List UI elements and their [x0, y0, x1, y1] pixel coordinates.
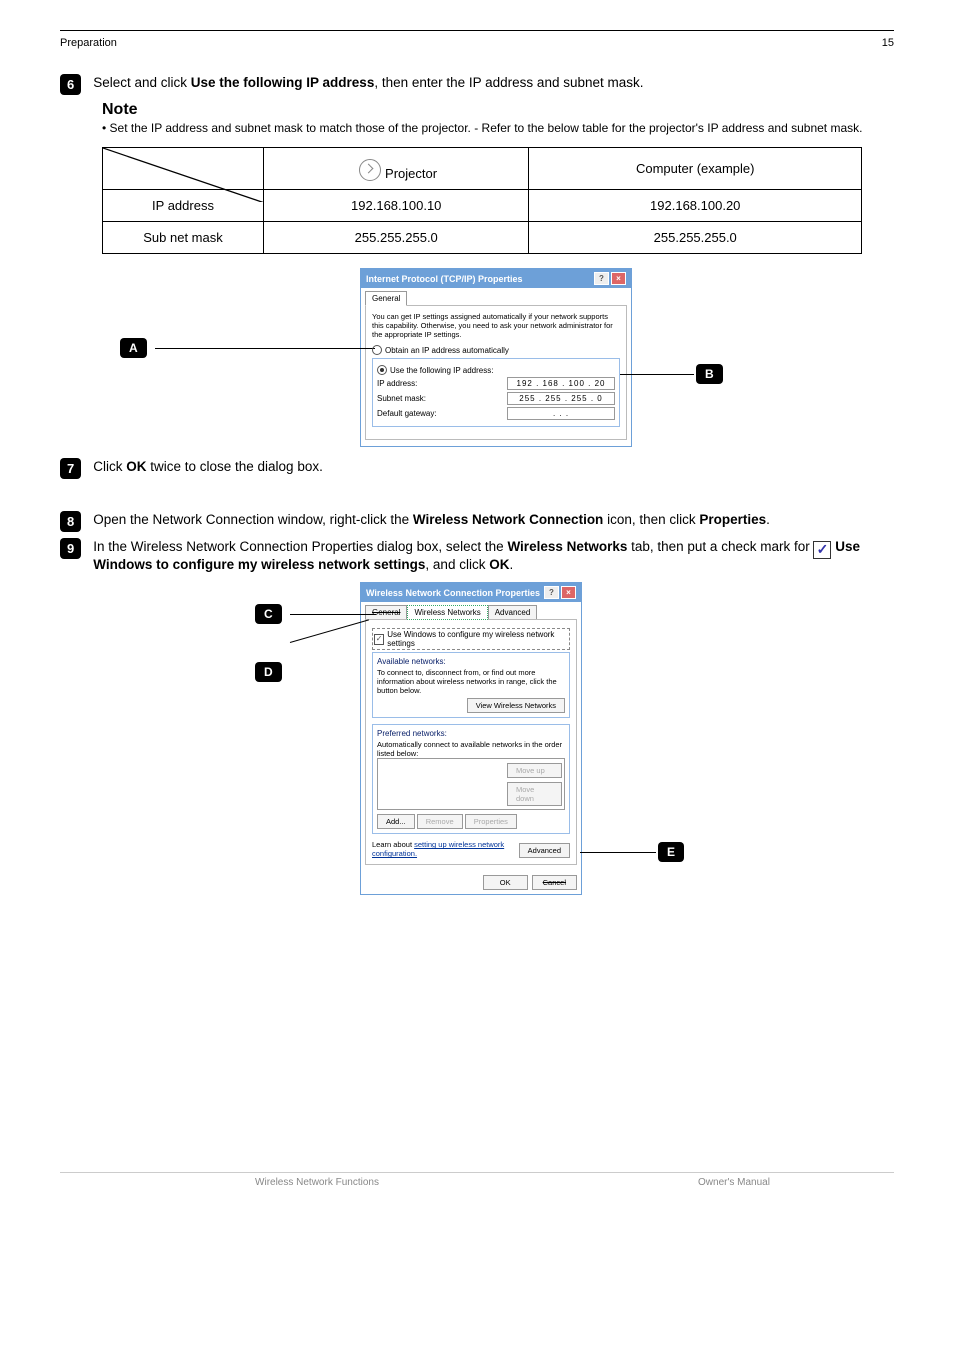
table-col-computer: Computer (example)	[529, 148, 862, 190]
ip-field[interactable]: 192 . 168 . 100 . 20	[507, 377, 615, 390]
note-block: Note • Set the IP address and subnet mas…	[102, 101, 894, 135]
close-icon[interactable]: ×	[611, 272, 626, 285]
cancel-button[interactable]: Cancel	[532, 875, 577, 890]
header-right: 15	[882, 37, 894, 49]
opt-manual-label: Use the following IP address:	[390, 366, 493, 375]
wlan-title: Wireless Network Connection Properties	[366, 588, 540, 598]
check-glyph-icon: ✓	[813, 541, 831, 559]
gw-field[interactable]: . . .	[507, 407, 615, 420]
wlan-tab-advanced[interactable]: Advanced	[488, 605, 538, 619]
preferred-desc: Automatically connect to available netwo…	[377, 740, 565, 758]
available-desc: To connect to, disconnect from, or find …	[377, 668, 565, 695]
ip-settings-table: Projector Computer (example) IP address …	[102, 147, 862, 254]
step-9-text: In the Wireless Network Connection Prope…	[93, 538, 894, 574]
ip-label: IP address:	[377, 379, 417, 388]
table-col-projector: Projector	[264, 148, 529, 190]
note-title: Note	[102, 101, 894, 119]
wlan-checkbox[interactable]: ✓	[374, 634, 384, 645]
gw-label: Default gateway:	[377, 409, 437, 418]
step-9-badge: 9	[60, 538, 81, 559]
move-up-button[interactable]: Move up	[507, 763, 562, 778]
preferred-listbox[interactable]	[378, 759, 505, 809]
step-7-badge: 7	[60, 458, 81, 479]
group-available: Available networks:	[377, 657, 565, 666]
table-blank-header	[103, 148, 264, 190]
mask-label: Subnet mask:	[377, 394, 426, 403]
row-ip-computer: 192.168.100.20	[529, 190, 862, 222]
tcpip-title: Internet Protocol (TCP/IP) Properties	[366, 274, 523, 284]
opt-auto-label: Obtain an IP address automatically	[385, 346, 509, 355]
close-icon[interactable]: ×	[561, 586, 576, 599]
row-mask-label: Sub net mask	[103, 222, 264, 254]
callout-b: B	[696, 364, 723, 384]
step-8-text: Open the Network Connection window, righ…	[93, 511, 894, 529]
projector-icon	[359, 159, 381, 181]
remove-button[interactable]: Remove	[417, 814, 463, 829]
wlan-tab-general[interactable]: General	[365, 605, 407, 619]
row-mask-computer: 255.255.255.0	[529, 222, 862, 254]
callout-a: A	[120, 338, 147, 358]
wlan-chk-label: Use Windows to configure my wireless net…	[387, 630, 568, 648]
row-mask-projector: 255.255.255.0	[264, 222, 529, 254]
row-ip-label: IP address	[103, 190, 264, 222]
step-6-text: Select and click Use the following IP ad…	[93, 74, 894, 92]
tcpip-desc: You can get IP settings assigned automat…	[372, 312, 620, 339]
ok-button[interactable]: OK	[483, 875, 528, 890]
radio-auto[interactable]	[372, 345, 382, 355]
help-icon[interactable]: ?	[594, 272, 609, 285]
add-button[interactable]: Add...	[377, 814, 415, 829]
step-8-badge: 8	[60, 511, 81, 532]
move-down-button[interactable]: Move down	[507, 782, 562, 806]
wlan-tab-wireless[interactable]: Wireless Networks	[407, 605, 487, 620]
footer-right: Owner's Manual	[574, 1177, 894, 1188]
properties-button[interactable]: Properties	[465, 814, 517, 829]
mask-field[interactable]: 255 . 255 . 255 . 0	[507, 392, 615, 405]
tcpip-dialog: Internet Protocol (TCP/IP) Properties ? …	[360, 268, 632, 447]
learn-text: Learn about	[372, 840, 414, 849]
tcpip-tab-general[interactable]: General	[365, 291, 407, 306]
note-body: • Set the IP address and subnet mask to …	[102, 121, 894, 135]
callout-c: C	[255, 604, 282, 624]
row-ip-projector: 192.168.100.10	[264, 190, 529, 222]
wlan-dialog: Wireless Network Connection Properties ?…	[360, 582, 582, 895]
step-7-text: Click OK twice to close the dialog box.	[93, 458, 894, 476]
view-wireless-button[interactable]: View Wireless Networks	[467, 698, 565, 713]
callout-e: E	[658, 842, 684, 862]
step-6-badge: 6	[60, 74, 81, 95]
header-left: Preparation	[60, 37, 117, 49]
help-icon[interactable]: ?	[544, 586, 559, 599]
group-preferred: Preferred networks:	[377, 729, 565, 738]
footer-left: Wireless Network Functions	[60, 1177, 574, 1188]
callout-d: D	[255, 662, 282, 682]
advanced-button[interactable]: Advanced	[519, 843, 570, 858]
radio-manual[interactable]	[377, 365, 387, 375]
